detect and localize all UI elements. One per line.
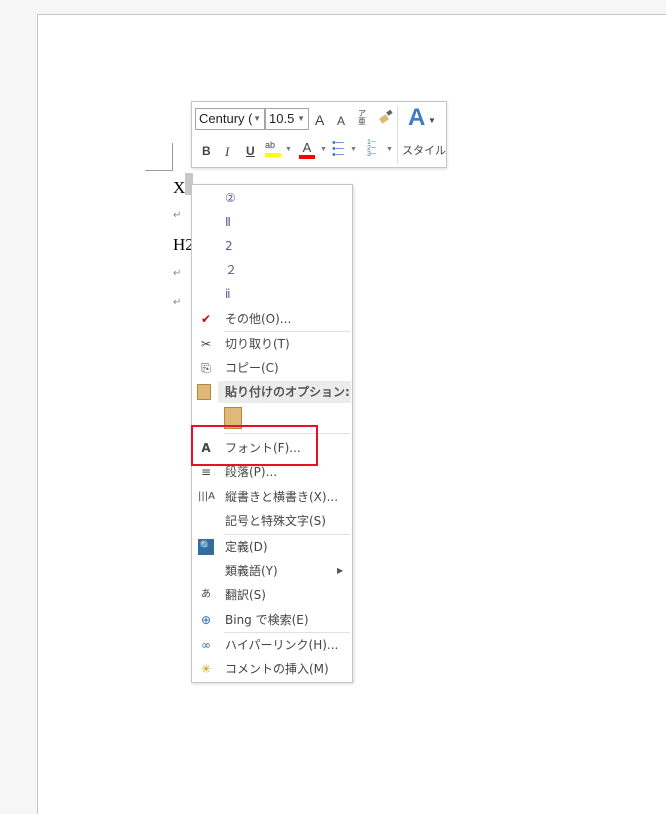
bullets-icon[interactable]: •─ •─ •─ [332,138,344,161]
menu-item-synonyms[interactable]: 類義語(Y) ▶ [192,559,352,583]
font-size-value: 10.5 [269,111,295,126]
format-painter-icon[interactable] [378,109,394,124]
checklist-icon: ✔ [200,312,212,326]
menu-item-bing-search[interactable]: ⊕ Bing で検索(E) [192,608,352,632]
menu-item-copy[interactable]: ⎘ コピー(C) [192,356,352,380]
highlight-box [191,425,318,466]
chevron-down-icon[interactable]: ▼ [386,146,393,153]
numbering-icon[interactable]: 1─ 2─ 3─ [367,139,376,158]
paragraph-mark: ↵ [173,297,182,308]
shrink-font-button[interactable]: A [337,114,345,128]
chevron-down-icon[interactable]: ▼ [320,146,327,153]
menu-item-number-5[interactable]: ⅱ [192,282,352,306]
chevron-down-icon[interactable]: ▼ [350,146,357,153]
scissors-icon: ✂ [200,337,212,351]
menu-item-label: Bing で検索(E) [225,613,309,627]
paragraph-mark: ↵ [173,210,182,221]
menu-item-label: 縦書きと横書き(X)... [225,490,339,504]
paragraph-mark: ↵ [173,268,182,279]
paste-options-header: 貼り付けのオプション: [218,381,351,403]
divider [397,106,398,164]
font-name-value: Century ( [199,111,253,126]
underline-button[interactable]: U [246,144,255,158]
translate-icon: あ [201,589,211,600]
hyperlink-icon: ∞ [201,638,211,652]
chevron-down-icon[interactable]: ▼ [253,109,261,129]
styles-button[interactable]: スタイル [402,142,446,158]
menu-item-label: 翻訳(S) [225,588,266,602]
italic-button[interactable]: I [225,144,229,160]
menu-item-label: 切り取り(T) [225,337,290,351]
mini-toolbar: Century (▼ 10.5 ▼ A A ア亜 A ▼ スタイル B I U a… [191,101,447,168]
menu-item-label: ⅱ [225,287,231,301]
chevron-down-icon[interactable]: ▼ [428,116,436,125]
menu-item-label: ② [225,191,236,205]
dictionary-icon: 🔍 [198,539,214,555]
highlight-button[interactable]: ab [265,140,281,157]
menu-item-label: 記号と特殊文字(S) [225,514,326,528]
font-size-combo[interactable]: 10.5 ▼ [265,108,309,130]
phonetic-guide-button[interactable]: ア亜 [358,110,368,126]
menu-item-insert-comment[interactable]: ✳ コメントの挿入(M) [192,657,352,681]
menu-item-label: その他(O)... [225,312,292,326]
chevron-down-icon[interactable]: ▼ [297,109,305,129]
menu-item-label: 定義(D) [225,540,268,554]
menu-item-text-direction[interactable]: |||A 縦書きと横書き(X)... [192,485,352,509]
submenu-arrow-icon: ▶ [337,566,344,575]
menu-item-label: 類義語(Y) [225,564,278,578]
menu-item-label: コメントの挿入(M) [225,662,329,676]
clipboard-icon [197,384,211,400]
menu-item-more[interactable]: ✔ その他(O)... [192,307,352,331]
menu-item-translate[interactable]: あ 翻訳(S) [192,583,352,607]
menu-item-label: ハイパーリンク(H)... [225,638,339,652]
menu-item-number-2[interactable]: Ⅱ [192,210,352,234]
menu-item-symbols[interactable]: 記号と特殊文字(S) [192,509,352,533]
styles-icon[interactable]: A [408,104,425,132]
bold-button[interactable]: B [202,144,211,158]
menu-item-number-3[interactable]: 2 [192,234,352,258]
paragraph-icon: ≡ [200,465,212,479]
text-direction-icon: |||A [198,491,215,502]
margin-corner-mark [145,143,173,171]
copy-icon: ⎘ [201,361,211,375]
grow-font-button[interactable]: A [315,112,324,128]
menu-item-label: 2 [225,239,233,253]
font-color-button[interactable]: A [299,140,315,159]
menu-item-define[interactable]: 🔍 定義(D) [192,535,352,559]
menu-item-number-4[interactable]: ２ [192,258,352,282]
menu-item-hyperlink[interactable]: ∞ ハイパーリンク(H)... [192,633,352,657]
menu-item-label: Ⅱ [225,215,231,229]
menu-item-label: ２ [225,263,238,277]
new-comment-icon: ✳ [200,662,212,676]
menu-item-label: コピー(C) [225,361,279,375]
menu-item-number-1[interactable]: ② [192,186,352,210]
globe-search-icon: ⊕ [200,613,212,627]
font-name-combo[interactable]: Century (▼ [195,108,265,130]
chevron-down-icon[interactable]: ▼ [285,146,292,153]
menu-item-cut[interactable]: ✂ 切り取り(T) [192,332,352,356]
